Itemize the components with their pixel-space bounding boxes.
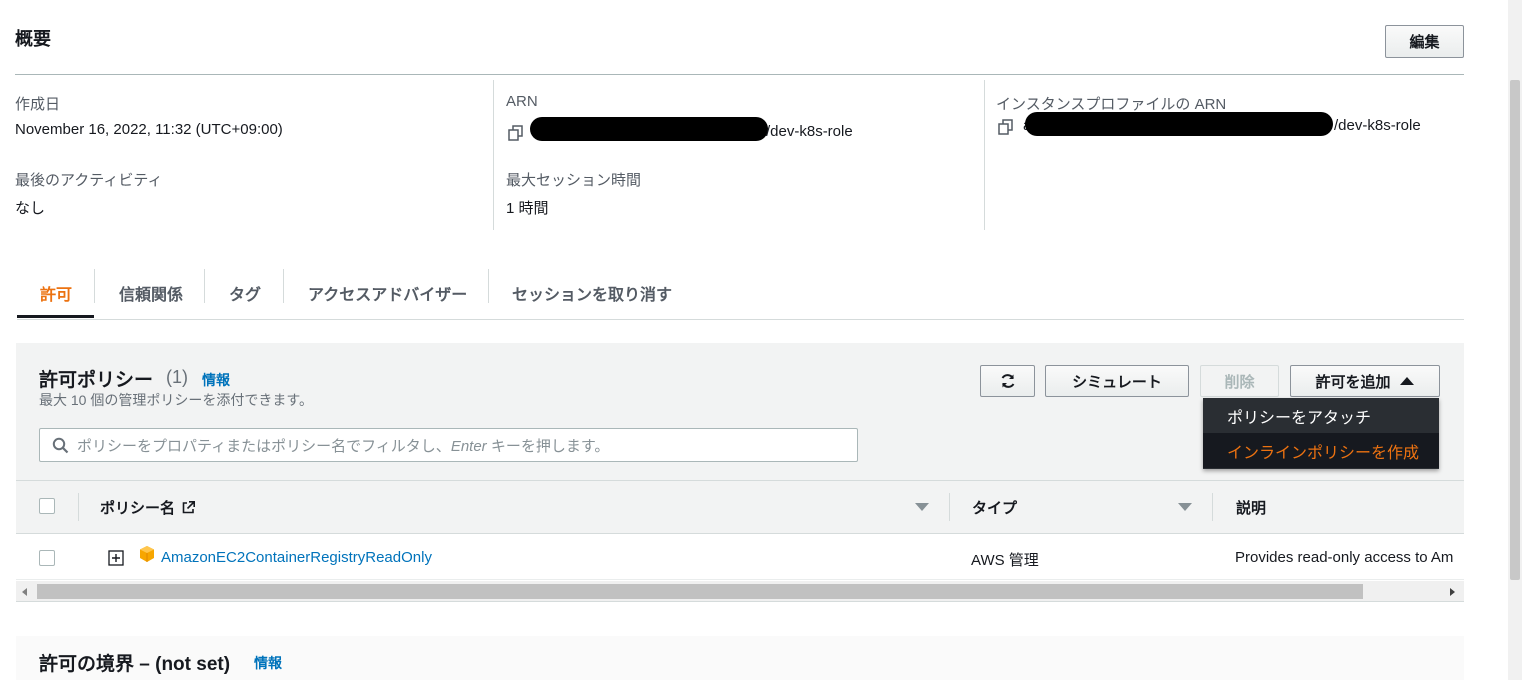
select-all-checkbox[interactable] (39, 498, 55, 514)
tab-tags[interactable]: タグ (229, 268, 261, 318)
caret-up-icon (1399, 377, 1414, 385)
policies-info-link[interactable]: 情報 (202, 370, 230, 390)
last-activity-label: 最後のアクティビティ (15, 172, 163, 189)
summary-title: 概要 (15, 29, 51, 49)
column-header-policy-name[interactable]: ポリシー名 (100, 497, 196, 518)
page-scroll-thumb[interactable] (1510, 80, 1520, 580)
policies-description: 最大 10 個の管理ポリシーを添付できます。 (39, 392, 313, 408)
column-header-type[interactable]: タイプ (972, 497, 1017, 518)
max-session-value: 1 時間 (506, 200, 549, 217)
boundary-title: 許可の境界 – (not set) (39, 654, 231, 675)
menu-item-create-inline-policy[interactable]: インラインポリシーを作成 (1203, 433, 1439, 468)
policy-filter-input[interactable]: ポリシーをプロパティまたはポリシー名でフィルタし、Enter キーを押します。 (39, 428, 858, 462)
policy-type-cell: AWS 管理 (971, 552, 1039, 569)
instance-profile-value: /dev-k8s-role (1334, 117, 1421, 134)
column-header-description: 説明 (1236, 500, 1267, 517)
refresh-button[interactable] (980, 365, 1035, 397)
copy-icon[interactable] (997, 118, 1015, 136)
created-value: November 16, 2022, 11:32 (UTC+09:00) (15, 121, 283, 138)
external-link-icon (182, 501, 196, 514)
row-checkbox[interactable] (39, 550, 55, 566)
search-icon (52, 437, 69, 453)
column-divider (78, 493, 79, 521)
arn-label: ARN (506, 93, 538, 110)
aws-managed-policy-icon (140, 546, 154, 562)
menu-item-attach-policies[interactable]: ポリシーをアタッチ (1203, 398, 1439, 433)
tab-separator (488, 269, 489, 303)
copy-icon[interactable] (507, 124, 525, 142)
sort-caret-down-icon[interactable] (914, 502, 930, 512)
column-header-policy-name-label: ポリシー名 (100, 500, 176, 517)
tab-separator (283, 269, 284, 303)
instance-profile-label: インスタンスプロファイルの ARN (996, 96, 1227, 113)
filter-placeholder: ポリシーをプロパティまたはポリシー名でフィルタし、Enter キーを押します。 (77, 437, 610, 455)
arn-value: /dev-k8s-role (766, 123, 853, 140)
created-label: 作成日 (15, 96, 61, 113)
add-permissions-label: 許可を追加 (1315, 373, 1391, 391)
boundary-info-link[interactable]: 情報 (254, 653, 282, 673)
tab-separator (204, 269, 205, 303)
refresh-icon (1001, 374, 1014, 388)
tabs-bottom-border (17, 319, 1464, 320)
active-tab-indicator (17, 315, 94, 318)
policies-title: 許可ポリシー (39, 370, 154, 391)
tab-permissions[interactable]: 許可 (40, 268, 72, 318)
summary-divider (15, 74, 1464, 75)
column-divider (1212, 493, 1213, 521)
add-permissions-button[interactable]: 許可を追加 (1290, 365, 1440, 397)
horizontal-scroll-thumb[interactable] (37, 584, 1363, 599)
column-divider (493, 80, 494, 230)
sort-caret-down-icon[interactable] (1177, 502, 1193, 512)
column-divider (984, 80, 985, 230)
instance-profile-redaction (1025, 112, 1333, 136)
arn-redaction (530, 117, 768, 141)
scroll-left-arrow-icon[interactable] (21, 587, 29, 597)
policy-name-link[interactable]: AmazonEC2ContainerRegistryReadOnly (161, 549, 432, 566)
last-activity-value: なし (15, 200, 46, 217)
edit-button[interactable]: 編集 (1385, 25, 1464, 58)
scroll-right-arrow-icon[interactable] (1448, 587, 1456, 597)
max-session-label: 最大セッション時間 (506, 172, 642, 189)
tab-separator (94, 269, 95, 303)
tab-revoke-sessions[interactable]: セッションを取り消す (512, 268, 672, 318)
policies-count: (1) (166, 367, 188, 387)
tab-access-advisor[interactable]: アクセスアドバイザー (308, 268, 467, 318)
tab-trust-relationships[interactable]: 信頼関係 (119, 268, 183, 318)
column-divider (949, 493, 950, 521)
boundary-panel (16, 636, 1464, 680)
expand-plus-icon[interactable] (108, 550, 124, 566)
simulate-button[interactable]: シミュレート (1045, 365, 1189, 397)
delete-button[interactable]: 削除 (1200, 365, 1279, 397)
policy-description-cell: Provides read-only access to Am (1235, 549, 1454, 566)
